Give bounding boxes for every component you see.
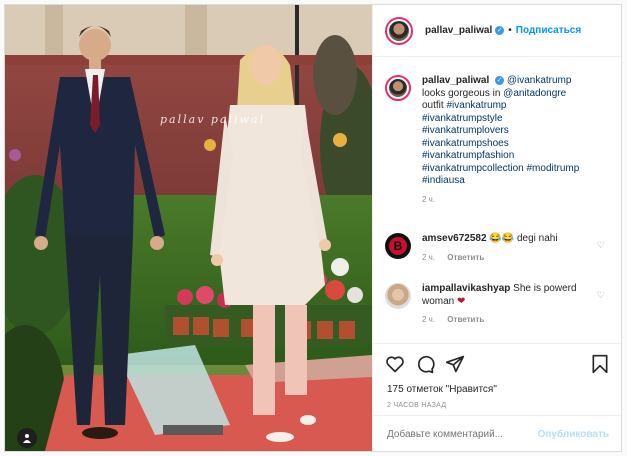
- add-comment-bar: Опубликовать: [373, 415, 621, 451]
- dot-separator: •: [508, 25, 512, 36]
- verified-badge-icon: ✓: [495, 75, 505, 85]
- post-actions: 175 отметок "Нравится" 2 ЧАСОВ НАЗАД Опу…: [373, 343, 621, 451]
- reply-button[interactable]: Ответить: [447, 315, 484, 324]
- comment-meta: 2 ч. Ответить: [422, 252, 611, 265]
- caption-username[interactable]: pallav_paliwal: [422, 75, 489, 86]
- comment-avatar[interactable]: B: [385, 233, 411, 259]
- like-heart-icon[interactable]: [385, 354, 405, 374]
- hashtag[interactable]: #ivankatrumplovers: [422, 125, 509, 136]
- commenter-logo: B: [389, 237, 407, 255]
- hashtag[interactable]: #ivankatrumpshoes: [422, 138, 509, 149]
- share-direct-icon[interactable]: [445, 354, 465, 374]
- tagged-users-button[interactable]: [17, 428, 37, 448]
- action-icons: [385, 354, 609, 376]
- publish-button[interactable]: Опубликовать: [538, 429, 609, 440]
- photo-watermark: pallav paliwal: [160, 113, 266, 126]
- comment-time[interactable]: 2 ч.: [422, 315, 435, 324]
- post-header: pallav_paliwal ✓ • Подписаться: [373, 5, 621, 57]
- caption-meta: 2 ч.: [422, 194, 611, 207]
- comment-like-icon[interactable]: ♡: [597, 289, 605, 302]
- mention-anitadongre[interactable]: @anitadongre: [503, 88, 566, 99]
- caption-text: looks gorgeous in: [422, 87, 501, 99]
- hashtag[interactable]: #ivankatrump: [446, 100, 506, 111]
- comment-bubble-icon[interactable]: [415, 354, 435, 374]
- caption-text-2: outfit: [422, 100, 444, 111]
- caption-avatar[interactable]: [385, 75, 411, 101]
- save-bookmark-icon[interactable]: [591, 354, 609, 374]
- reply-button[interactable]: Ответить: [447, 253, 484, 262]
- likes-count[interactable]: 175 отметок "Нравится": [387, 384, 497, 395]
- mention-ivankatrump[interactable]: @ivankatrump: [507, 75, 572, 86]
- post-photo[interactable]: pallav paliwal: [5, 5, 372, 451]
- photo-illustration: [5, 5, 372, 451]
- comment-username[interactable]: amsev672582: [422, 233, 487, 244]
- hashtag[interactable]: #ivankatrumpfashion: [422, 150, 514, 161]
- hashtag[interactable]: #ivankatrumpstyle: [422, 113, 503, 124]
- person-icon: [23, 434, 31, 443]
- hashtag[interactable]: #indiausa: [422, 175, 465, 186]
- verified-badge-icon: ✓: [495, 26, 505, 35]
- comment-item: B amsev672582 😂😂 degi nahi 2 ч. Ответить…: [385, 233, 611, 264]
- comment-input[interactable]: [385, 427, 538, 441]
- comments-area: pallav_paliwal ✓ @ivankatrump looks gorg…: [373, 57, 621, 343]
- post-card: pallav paliwal pallav_paliwal ✓ • Подпис…: [4, 4, 622, 452]
- heart-emoji: ❤: [457, 295, 466, 307]
- comment-item: iampallavikashyap She is powerd woman ❤ …: [385, 283, 611, 327]
- caption: pallav_paliwal ✓ @ivankatrump looks gorg…: [385, 75, 611, 206]
- hashtag[interactable]: #moditrump: [527, 163, 580, 174]
- comment-meta: 2 ч. Ответить: [422, 314, 611, 327]
- comment-like-icon[interactable]: ♡: [597, 239, 605, 252]
- caption-time[interactable]: 2 ч.: [422, 195, 435, 204]
- comment-time[interactable]: 2 ч.: [422, 253, 435, 262]
- subscribe-button[interactable]: Подписаться: [516, 25, 581, 36]
- author-username[interactable]: pallav_paliwal: [425, 25, 492, 36]
- author-avatar[interactable]: [385, 16, 413, 45]
- post-timestamp[interactable]: 2 ЧАСОВ НАЗАД: [387, 402, 446, 409]
- comment-avatar[interactable]: [385, 283, 411, 309]
- comment-text: 😂😂 degi nahi: [489, 233, 558, 244]
- post-sidebar: pallav_paliwal ✓ • Подписаться pallav_pa…: [372, 5, 621, 451]
- hashtag[interactable]: #ivankatrumpcollection: [422, 163, 524, 174]
- comment-username[interactable]: iampallavikashyap: [422, 283, 510, 294]
